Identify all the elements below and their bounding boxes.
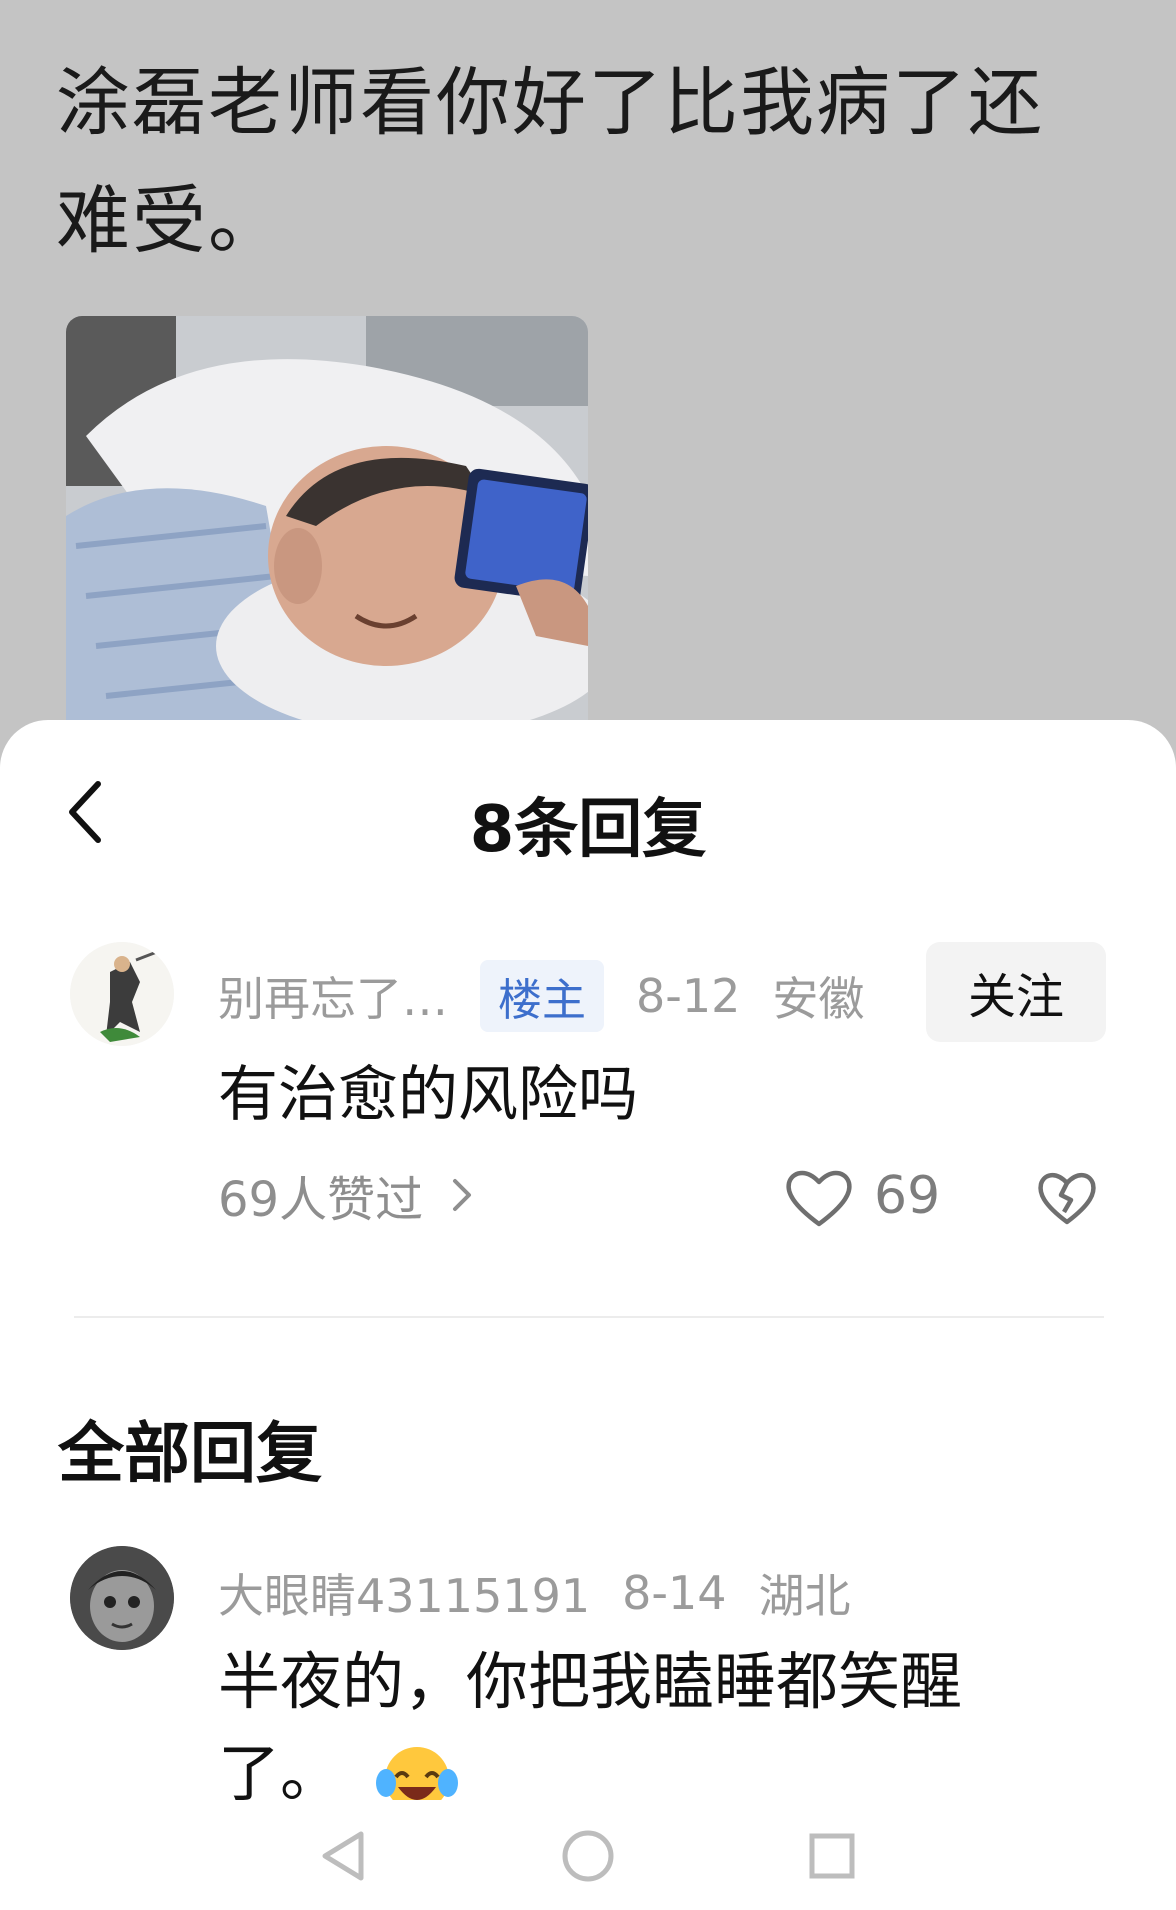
avatar-painting-illustration xyxy=(70,942,174,1046)
comment-location: 安徽 xyxy=(772,972,865,1026)
heart-outline-icon xyxy=(786,1170,852,1227)
post-photo[interactable] xyxy=(66,316,588,736)
post-title: 涂磊老师看你好了比我病了还难受。 xyxy=(56,60,1044,264)
nav-back-button[interactable] xyxy=(310,1824,374,1888)
reply-text-content: 半夜的，你把我瞌睡都笑醒了。 xyxy=(218,1645,963,1810)
square-recent-icon xyxy=(809,1833,855,1879)
chevron-right-icon xyxy=(453,1179,472,1211)
comment-meta: 别再忘了… 楼主 8-12 安徽 xyxy=(218,960,896,1032)
avatar-child-photo-illustration xyxy=(70,1546,174,1650)
circle-home-icon xyxy=(562,1830,614,1882)
section-title: 全部回复 xyxy=(58,1415,322,1492)
dislike-button[interactable] xyxy=(1036,1168,1098,1226)
reply-text: 半夜的，你把我瞌睡都笑醒了。 xyxy=(218,1636,1038,1820)
reply-meta: 大眼睛43115191 8-14 湖北 xyxy=(218,1560,883,1626)
like-button[interactable] xyxy=(784,1166,854,1228)
system-nav-bar xyxy=(0,1800,1176,1910)
reply-username[interactable]: 大眼睛43115191 xyxy=(218,1560,590,1626)
likes-summary-link[interactable]: 69人赞过 xyxy=(218,1160,477,1230)
divider xyxy=(74,1316,1104,1318)
op-badge: 楼主 xyxy=(480,960,604,1032)
avatar[interactable] xyxy=(70,942,174,1046)
avatar[interactable] xyxy=(70,1546,174,1650)
reply-location: 湖北 xyxy=(758,1569,851,1623)
likes-summary-label: 69人赞过 xyxy=(218,1172,424,1228)
reply-date: 8-14 xyxy=(622,1566,727,1620)
comment-username[interactable]: 别再忘了… xyxy=(218,963,448,1029)
patient-photo-illustration xyxy=(66,316,588,736)
triangle-back-icon xyxy=(322,1831,364,1881)
sheet-title: 8条回复 xyxy=(469,793,707,867)
replies-sheet: 8条回复 别再忘了… 楼主 8-12 安徽 关注 有治愈的风险吗 69人赞过 6… xyxy=(0,720,1176,1910)
nav-recent-button[interactable] xyxy=(800,1824,864,1888)
comment-text: 有治愈的风险吗 xyxy=(218,1060,638,1130)
post-background: 涂磊老师看你好了比我病了还难受。 xyxy=(0,0,1176,740)
broken-heart-icon xyxy=(1038,1173,1096,1225)
comment-date: 8-12 xyxy=(636,969,741,1023)
follow-button[interactable]: 关注 xyxy=(926,942,1106,1042)
nav-home-button[interactable] xyxy=(556,1824,620,1888)
like-count: 69 xyxy=(874,1166,941,1226)
